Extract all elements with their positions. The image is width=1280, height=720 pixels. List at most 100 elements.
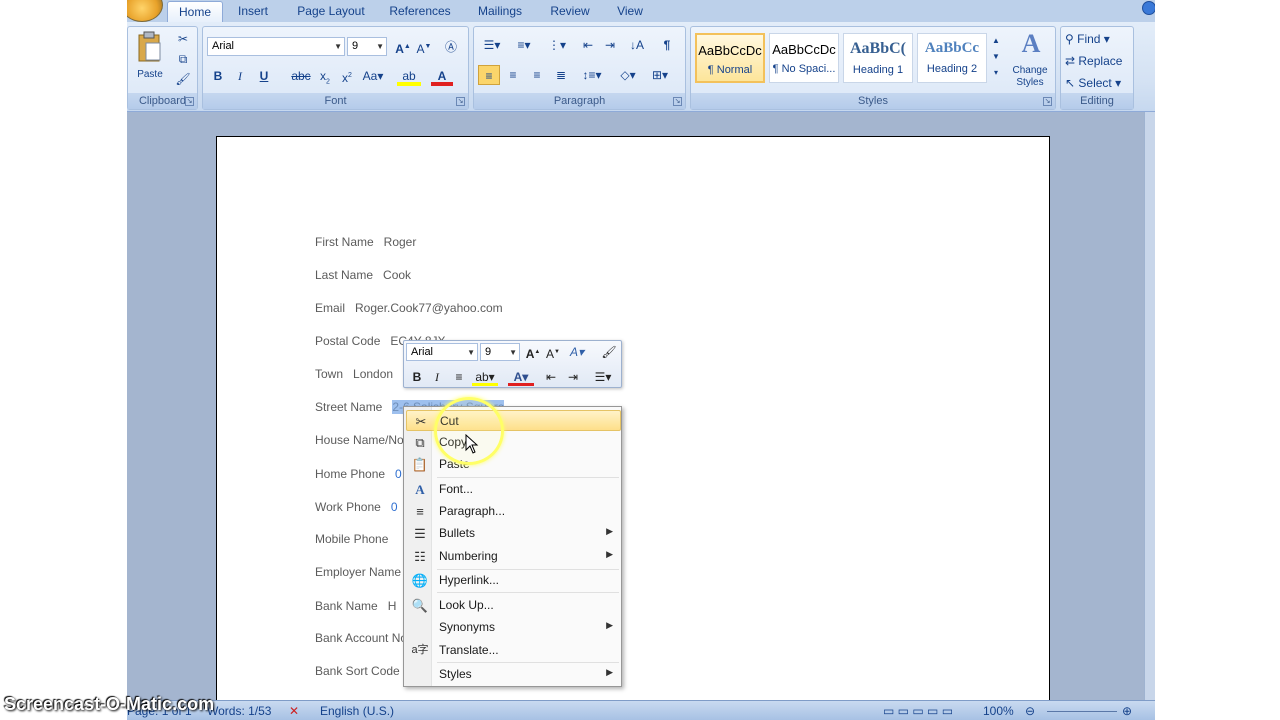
sort-icon[interactable]: ↓A (626, 35, 648, 55)
menu-item-look-up[interactable]: 🔍 Look Up... (406, 595, 621, 616)
style-no-spacing[interactable]: AaBbCcDc ¶ No Spaci... (769, 33, 839, 83)
menu-item-font[interactable]: A Font... (406, 479, 621, 500)
show-formatting-icon[interactable]: ¶ (656, 35, 678, 55)
numbering-icon[interactable]: ≡▾ (510, 35, 538, 55)
mini-size-combo[interactable]: 9 ▼ (480, 343, 520, 361)
help-icon[interactable] (1142, 1, 1155, 15)
mini-increase-indent-icon[interactable]: ⇥ (564, 368, 582, 386)
style-normal[interactable]: AaBbCcDc ¶ Normal (695, 33, 765, 83)
highlight-icon[interactable]: ab (397, 66, 421, 86)
field-label: Bank Sort Code (315, 664, 400, 678)
font-size-combo[interactable]: 9 ▼ (347, 37, 387, 56)
clear-formatting-icon[interactable]: Ⓐ (441, 37, 461, 57)
menu-item-translate[interactable]: a字 Translate... (406, 640, 621, 661)
mini-grow-font-icon[interactable]: A▲ (524, 343, 542, 361)
submenu-arrow-icon: ▶ (606, 667, 613, 677)
document-page[interactable]: First Name Roger Last Name Cook Email Roger… (216, 136, 1050, 720)
office-button[interactable] (127, 0, 163, 22)
paste-button[interactable]: Paste (130, 65, 170, 85)
mini-decrease-indent-icon[interactable]: ⇤ (542, 368, 560, 386)
bullets-icon[interactable]: ☰▾ (478, 35, 506, 55)
mini-italic-icon[interactable]: I (428, 368, 446, 386)
mini-bullets-icon[interactable]: ☰▾ (588, 368, 618, 386)
vertical-scrollbar[interactable] (1144, 112, 1155, 700)
menu-item-hyperlink[interactable]: 🌐 Hyperlink... (406, 570, 621, 591)
menu-item-paste[interactable]: 📋 Paste (406, 454, 621, 475)
copy-icon[interactable]: ⧉ (172, 49, 194, 69)
replace-button[interactable]: ⇄ Replace (1065, 51, 1131, 71)
menu-item-paragraph[interactable]: ≡ Paragraph... (406, 501, 621, 522)
tab-page-layout[interactable]: Page Layout (291, 1, 371, 22)
font-launcher-icon[interactable]: ↘ (456, 97, 465, 106)
font-family-combo[interactable]: Arial ▼ (207, 37, 345, 56)
shading-icon[interactable]: ◇▾ (614, 65, 642, 85)
menu-item-styles[interactable]: Styles ▶ (406, 664, 621, 685)
mini-styles-icon[interactable]: A▾ (568, 343, 586, 361)
change-case-icon[interactable]: Aa▾ (361, 66, 385, 86)
mini-bold-icon[interactable]: B (408, 368, 426, 386)
style-name: ¶ No Spaci... (772, 63, 836, 75)
field-label: Street Name (315, 400, 383, 414)
mini-center-icon[interactable]: ≡ (450, 368, 468, 386)
menu-item-synonyms[interactable]: Synonyms ▶ (406, 617, 621, 638)
underline-icon[interactable]: U (255, 66, 273, 86)
italic-icon[interactable]: I (231, 66, 249, 86)
borders-icon[interactable]: ⊞▾ (646, 65, 674, 85)
decrease-indent-icon[interactable]: ⇤ (578, 35, 598, 55)
menu-item-numbering[interactable]: ☷ Numbering ▶ (406, 546, 621, 567)
mini-font-combo[interactable]: Arial ▼ (406, 343, 478, 361)
strikethrough-icon[interactable]: abc (289, 66, 313, 86)
mouse-pointer-icon (465, 434, 479, 454)
tab-references[interactable]: References (385, 1, 455, 22)
editing-group-label: Editing (1061, 93, 1133, 109)
grow-font-icon[interactable]: A▲ (393, 37, 413, 57)
styles-group: AaBbCcDc ¶ Normal AaBbCcDc ¶ No Spaci...… (690, 26, 1056, 110)
styles-launcher-icon[interactable]: ↘ (1043, 97, 1052, 106)
paragraph-launcher-icon[interactable]: ↘ (673, 97, 682, 106)
change-styles-button[interactable]: Change Styles (1003, 65, 1057, 95)
mini-format-painter-icon[interactable]: 🖌 (600, 343, 618, 361)
menu-item-bullets[interactable]: ☰ Bullets ▶ (406, 523, 621, 544)
find-button[interactable]: ⚲ Find ▾ (1065, 29, 1131, 49)
align-right-icon[interactable]: ≡ (526, 65, 548, 85)
proofing-error-icon[interactable]: ✕ (289, 704, 299, 718)
cut-icon[interactable]: ✂ (172, 29, 194, 49)
line-spacing-icon[interactable]: ↕≡▾ (578, 65, 606, 85)
change-styles-icon[interactable]: A (1013, 29, 1049, 58)
style-heading-2[interactable]: AaBbCc Heading 2 (917, 33, 987, 83)
zoom-out-icon[interactable]: ⊖ (1025, 704, 1035, 718)
tab-mailings[interactable]: Mailings (471, 1, 529, 22)
tab-insert[interactable]: Insert (230, 1, 276, 22)
select-button[interactable]: ↖ Select ▾ (1065, 73, 1131, 93)
tab-home[interactable]: Home (167, 1, 223, 22)
status-zoom[interactable]: 100% (983, 704, 1014, 718)
shrink-font-icon[interactable]: A▼ (414, 37, 434, 57)
styles-scroll-icon[interactable]: ▲ ▼ ▾ (989, 33, 1003, 83)
mini-font-color-icon[interactable]: A▾ (508, 368, 534, 386)
style-heading-1[interactable]: AaBbC( Heading 1 (843, 33, 913, 83)
mini-highlight-icon[interactable]: ab▾ (472, 368, 498, 386)
tab-review[interactable]: Review (545, 1, 595, 22)
superscript-icon[interactable]: x2 (337, 66, 357, 86)
font-color-icon[interactable]: A (431, 66, 453, 86)
mini-shrink-font-icon[interactable]: A▼ (544, 343, 562, 361)
tab-view[interactable]: View (609, 1, 651, 22)
align-left-icon[interactable]: ≡ (478, 65, 500, 85)
justify-icon[interactable]: ≣ (550, 65, 572, 85)
view-buttons[interactable]: ▭ ▭ ▭ ▭ ▭ (883, 704, 953, 718)
status-language[interactable]: English (U.S.) (320, 704, 394, 718)
align-center-icon[interactable]: ≡ (502, 65, 524, 85)
zoom-slider[interactable] (1047, 711, 1117, 712)
multilevel-list-icon[interactable]: ⋮▾ (542, 35, 572, 55)
format-painter-icon[interactable]: 🖌 (172, 69, 194, 89)
bold-icon[interactable]: B (209, 66, 227, 86)
clipboard-launcher-icon[interactable]: ↘ (185, 97, 194, 106)
zoom-in-icon[interactable]: ⊕ (1122, 704, 1132, 718)
field-value: H (387, 599, 397, 613)
increase-indent-icon[interactable]: ⇥ (600, 35, 620, 55)
font-icon: A (415, 482, 425, 497)
subscript-icon[interactable]: x2 (315, 66, 335, 86)
submenu-arrow-icon: ▶ (606, 526, 613, 536)
paste-icon[interactable] (136, 31, 162, 63)
status-words[interactable]: Words: 1/53 (207, 704, 271, 718)
